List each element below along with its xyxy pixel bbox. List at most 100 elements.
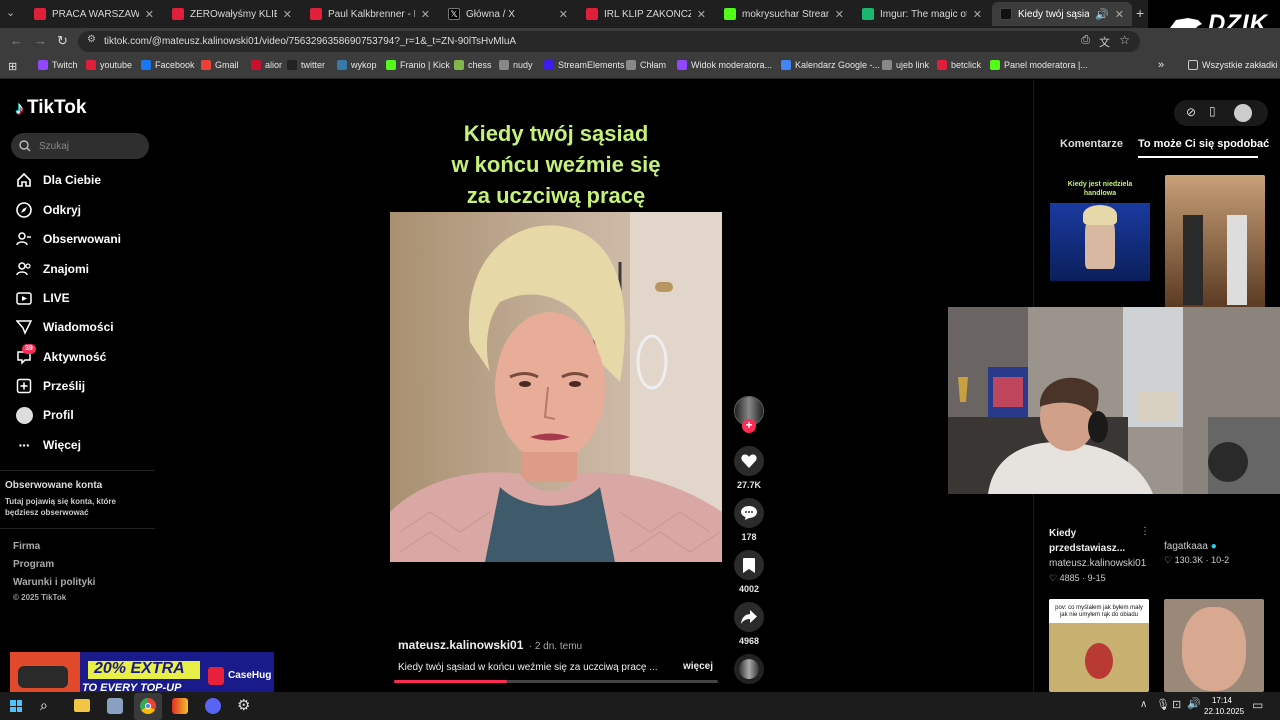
close-tab-icon[interactable]: ✕ [835,8,844,21]
bookmark-star-icon[interactable]: ☆ [1119,33,1130,47]
close-tab-icon[interactable]: ✕ [283,8,292,21]
settings-icon[interactable]: ⚙ [237,696,250,714]
save-button[interactable]: 4002 [734,550,764,594]
footer-link-program[interactable]: Program [13,559,54,570]
nav-upload[interactable]: Prześlij [15,377,85,395]
video-progress-track[interactable] [394,680,718,683]
browser-tab[interactable]: IRL KLIP ZAKOŃCZONY I ✕ [578,2,714,26]
forward-icon[interactable]: → [34,33,47,48]
speaker-icon[interactable]: 🔊 [1095,8,1109,21]
address-bar[interactable]: ⚙ tiktok.com/@mateusz.kalinowski01/video… [78,31,1140,52]
search-taskbar-icon[interactable]: ⌕ [40,697,48,714]
nav-explore[interactable]: Odkryj [15,201,81,219]
card-menu-icon[interactable]: ⋮ [1140,526,1150,537]
microphone-icon[interactable]: 🎙 [1156,698,1170,711]
bookmark-item[interactable]: twitter [287,60,325,70]
discord-icon[interactable] [205,698,221,714]
footer-link-terms[interactable]: Warunki i polityki [13,577,95,588]
compass-small-icon[interactable]: ⊘ [1186,105,1196,119]
apps-grid-icon[interactable]: ⊞ [8,60,17,73]
translate-icon[interactable]: 文 [1099,34,1110,50]
browser-tab[interactable]: PRACA WARSZAWSKIEJ E ✕ [26,2,162,26]
browser-tab[interactable]: Paul Kalkbrenner - Live at ✕ [302,2,438,26]
like-button[interactable]: 27.7K [734,446,764,490]
share-button[interactable]: 4968 [734,602,764,646]
windows-start-icon[interactable] [10,700,22,712]
nav-following[interactable]: Obserwowani [15,230,121,248]
user-avatar[interactable] [1234,104,1252,122]
tab-you-may-like[interactable]: To może Ci się spodobać [1138,138,1269,150]
device-icon[interactable]: ▯ [1209,104,1216,118]
tiktok-logo[interactable]: ♪ TikTok [15,97,86,119]
bookmark-item[interactable]: chess [454,60,492,70]
nav-for-you[interactable]: Dla Ciebie [15,171,101,189]
close-tab-icon[interactable]: ✕ [559,8,568,21]
browser-tab[interactable]: mokrysuchar Stream - Wa ✕ [716,2,852,26]
close-tab-icon[interactable]: ✕ [1115,8,1124,21]
more-button[interactable]: więcej [683,661,713,672]
file-explorer-icon[interactable] [74,699,90,712]
new-tab-button[interactable]: + [1136,5,1144,21]
bookmark-item[interactable]: Franio | Kick [386,60,450,70]
close-tab-icon[interactable]: ✕ [973,8,982,21]
bookmark-item[interactable]: alior [251,60,282,70]
bookmark-item[interactable]: Facebook [141,60,195,70]
video-thumbnail[interactable] [1165,175,1265,308]
site-info-icon[interactable]: ⚙ [87,34,96,45]
tab-comments[interactable]: Komentarze [1060,138,1123,150]
bookmark-item[interactable]: Chłam [626,60,666,70]
nav-live[interactable]: LIVE [15,289,70,307]
bookmark-item[interactable]: Twitch [38,60,78,70]
close-tab-icon[interactable]: ✕ [697,8,706,21]
tray-chevron-icon[interactable]: ∧ [1140,699,1147,710]
close-tab-icon[interactable]: ✕ [145,8,154,21]
search-input[interactable]: Szukaj [39,141,69,152]
install-icon[interactable]: ⎙ [1081,34,1090,47]
bookmark-item[interactable]: youtube [86,60,132,70]
bookmark-item[interactable]: wykop [337,60,377,70]
card-author[interactable]: mateusz.kalinowski01 [1049,558,1146,569]
bookmark-item[interactable]: Panel moderatora |... [990,60,1088,70]
nav-messages[interactable]: Wiadomości [15,318,114,336]
footer-link-company[interactable]: Firma [13,541,40,552]
bookmarks-overflow-icon[interactable]: » [1158,59,1164,71]
bookmark-item[interactable]: StreamElements [544,60,625,70]
nav-more[interactable]: ··· Więcej [15,436,81,454]
tab-search-button[interactable]: ⌄ [6,6,22,22]
author-name[interactable]: mateusz.kalinowski01 [398,638,523,652]
video-thumbnail[interactable]: Kiedy jest niedziela handlowa [1050,175,1150,308]
network-icon[interactable]: ⊡ [1172,698,1181,711]
nav-activity[interactable]: 39 Aktywność [15,344,106,366]
bookmark-item[interactable]: Gmail [201,60,239,70]
bookmark-item[interactable]: Widok moderatora... [677,60,772,70]
bookmark-item[interactable]: Kalendarz Google -... [781,60,880,70]
bookmark-item[interactable]: betclick [937,60,981,70]
notification-icon[interactable]: ▭ [1252,698,1263,712]
browser-tab[interactable]: Imgur: The magic of the I ✕ [854,2,990,26]
browser-tab[interactable]: ZEROwałyśmy KLIENTOM ✕ [164,2,300,26]
nav-profile[interactable]: Profil [15,406,74,424]
video-player[interactable] [390,212,722,562]
follow-plus-button[interactable]: + [742,419,756,433]
all-bookmarks-folder[interactable]: Wszystkie zakładki [1188,60,1278,70]
chrome-taskbar-icon[interactable] [134,693,162,720]
card-title[interactable]: Kiedy przedstawiasz... [1049,526,1139,556]
sound-disc[interactable] [734,654,764,684]
bookmark-item[interactable]: ujeb link [882,60,929,70]
app-icon[interactable] [172,698,188,714]
volume-icon[interactable]: 🔊 [1187,697,1201,710]
card-author[interactable]: fagatkaaa ● [1164,541,1217,552]
bookmark-item[interactable]: nudy [499,60,533,70]
nav-friends[interactable]: Znajomi [15,260,89,278]
back-icon[interactable]: ← [10,33,23,48]
close-tab-icon[interactable]: ✕ [421,8,430,21]
comment-button[interactable]: 178 [734,498,764,542]
video-thumbnail[interactable]: pov: co myślałem jak byłem mały jak nie … [1049,599,1149,692]
browser-tab-active[interactable]: Kiedy twój sąsiad po 🔊 ✕ [992,2,1132,26]
reload-icon[interactable]: ↻ [57,33,68,49]
clock[interactable]: 17:14 22.10.2025 [1204,695,1244,717]
video-thumbnail[interactable] [1164,599,1264,692]
app-icon[interactable] [107,698,123,714]
search-box[interactable]: Szukaj [11,133,149,159]
browser-tab[interactable]: 𝕏 Główna / X ✕ [440,2,576,26]
